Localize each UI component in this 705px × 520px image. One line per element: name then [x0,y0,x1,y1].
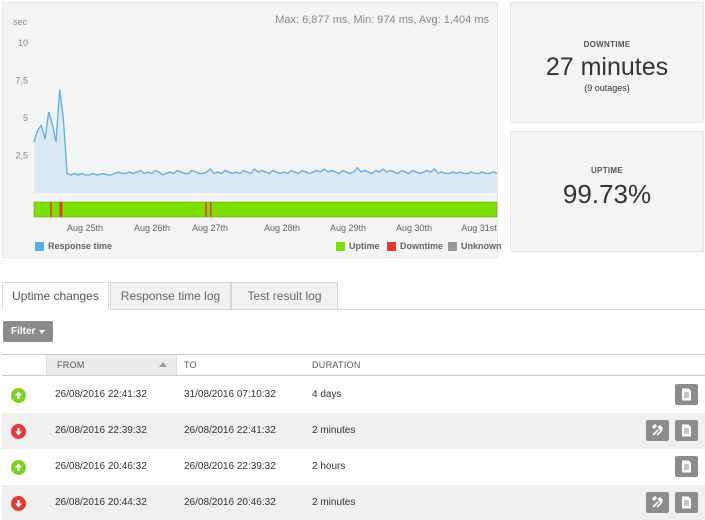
response-time-line [33,89,498,176]
legend-downtime: Downtime [387,241,443,251]
y-axis-unit: sec [13,17,28,27]
tools-icon [651,496,664,508]
document-icon [682,496,691,509]
downtime-value: 27 minutes [545,53,669,81]
table-row: 26/08/2016 22:39:32 26/08/2016 22:41:32 … [2,413,705,449]
uptime-bar [33,201,498,218]
uptime-changes-table: FROM TO DURATION 26/08/2016 22:41:32 31/… [2,354,705,520]
arrow-down-icon [11,496,26,511]
downtime-mark [205,202,207,217]
uptime-value: 99.73% [562,179,652,209]
document-icon [682,460,691,473]
legend-swatch-downtime [387,241,396,251]
view-log-button[interactable] [675,420,698,441]
legend-swatch-uptime [336,241,345,251]
cell-duration: 2 minutes [312,497,356,508]
uptime-label: UPTIME [590,166,624,175]
column-header-duration[interactable]: DURATION [312,355,361,375]
downtime-box: DOWNTIME 27 minutes (9 outages) [510,2,704,123]
document-icon [682,424,691,437]
y-tick-label: 10 [18,38,28,48]
response-time-chart-panel: sec 10 7,5 5 2,5 Aug 25th Aug 26th Aug 27th Aug … [2,2,502,258]
arrow-down-icon [11,424,26,439]
cell-from: 26/08/2016 22:39:32 [55,425,147,436]
x-tick-label: Aug 30th [396,223,432,233]
uptime-box: UPTIME 99.73% [510,131,704,252]
document-icon [682,388,691,401]
legend-label-unknown: Unknown [461,241,502,251]
legend-response-time: Response time [35,241,112,251]
tools-icon [651,424,664,436]
legend-uptime: Uptime [336,241,380,251]
downtime-mark [60,202,63,217]
legend-label-response: Response time [48,241,113,251]
x-tick-label: Aug 29th [330,223,366,233]
cell-from: 26/08/2016 20:46:32 [55,461,147,472]
x-tick-label: Aug 26th [134,223,170,233]
sort-ascending-icon [159,362,167,367]
cell-duration: 2 minutes [312,425,356,436]
view-log-button[interactable] [675,384,698,405]
tab-test-result-log[interactable]: Test result log [231,282,338,310]
legend-label-downtime: Downtime [400,241,444,251]
log-tabs: Uptime changes Response time log Test re… [2,282,705,310]
table-header: FROM TO DURATION [2,354,705,376]
x-tick-label: Aug 27th [192,223,228,233]
downtime-label: DOWNTIME [583,40,631,49]
cell-duration: 4 days [312,389,342,400]
legend-unknown: Unknown [448,241,502,251]
tab-uptime-changes[interactable]: Uptime changes [2,282,109,310]
chevron-down-icon [39,330,45,334]
filter-button[interactable]: Filter [3,321,53,342]
cell-to: 26/08/2016 22:41:32 [184,425,276,436]
cell-from: 26/08/2016 20:44:32 [55,497,147,508]
x-tick-label: Aug 25th [67,223,103,233]
downtime-mark [50,202,52,217]
y-tick-label: 5 [23,113,28,123]
arrow-up-icon [11,388,26,403]
table-row: 26/08/2016 20:46:32 26/08/2016 22:39:32 … [2,449,705,485]
root-cause-button[interactable] [646,420,669,441]
table-row: 26/08/2016 22:41:32 31/08/2016 07:10:32 … [2,377,705,413]
chart-stats: Max: 6,877 ms, Min: 974 ms, Avg: 1,404 m… [275,14,489,26]
response-time-chart: sec 10 7,5 5 2,5 Aug 25th Aug 26th Aug 27th Aug … [13,17,498,233]
column-header-from-label: FROM [57,360,85,370]
x-tick-label: Aug 28th [264,223,300,233]
legend-label-uptime: Uptime [349,241,380,251]
legend-swatch-response [35,241,44,251]
response-time-area [34,89,497,193]
legend-swatch-unknown [448,241,457,251]
y-tick-label: 2,5 [15,151,28,161]
table-row: 26/08/2016 20:44:32 26/08/2016 20:46:32 … [2,485,705,520]
y-tick-label: 7,5 [15,76,28,86]
x-tick-label: Aug 31st [461,223,497,233]
arrow-up-icon [11,460,26,475]
downtime-mark [209,202,212,217]
downtime-outages: (9 outages) [584,83,630,93]
cell-to: 26/08/2016 20:46:32 [184,497,276,508]
view-log-button[interactable] [675,492,698,513]
root-cause-button[interactable] [646,492,669,513]
downtime-mark [59,202,61,217]
cell-duration: 2 hours [312,461,346,472]
cell-to: 26/08/2016 22:39:32 [184,461,276,472]
view-log-button[interactable] [675,456,698,477]
filter-label: Filter [11,326,36,337]
column-header-to[interactable]: TO [184,355,197,375]
column-header-from[interactable]: FROM [46,355,177,375]
tab-response-time-log[interactable]: Response time log [110,282,231,310]
cell-from: 26/08/2016 22:41:32 [55,389,147,400]
cell-to: 31/08/2016 07:10:32 [184,389,276,400]
